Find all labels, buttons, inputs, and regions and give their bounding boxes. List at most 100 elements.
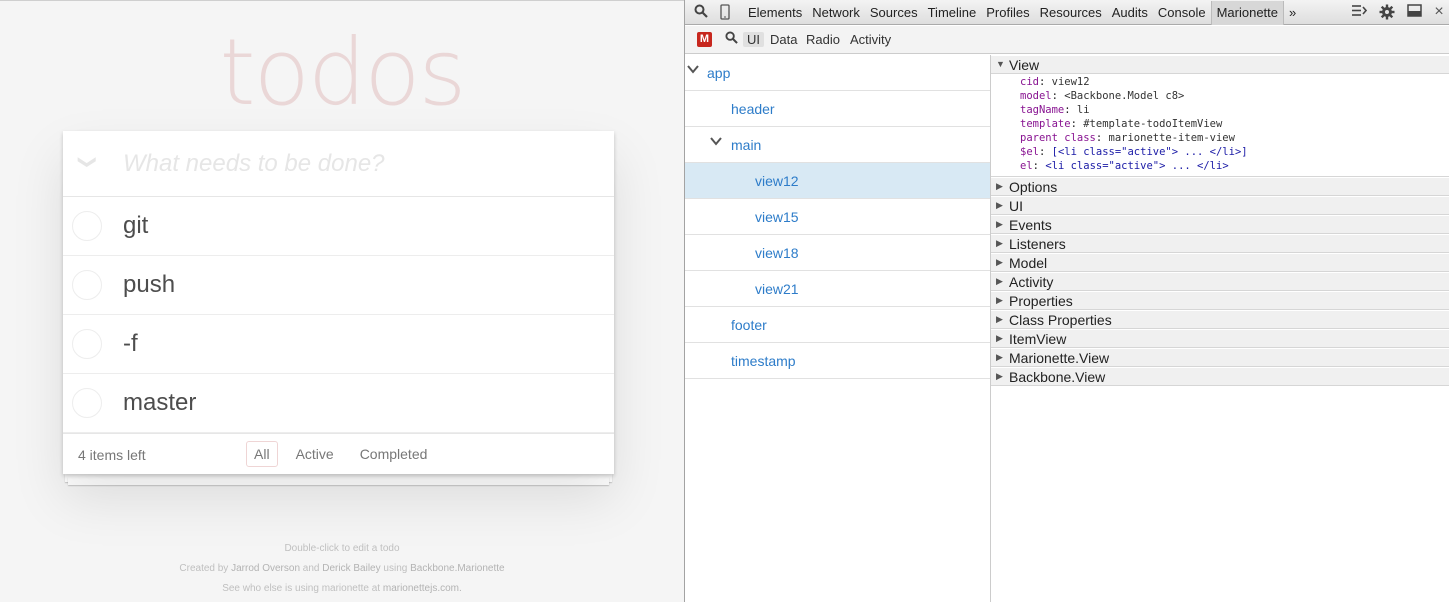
view-properties: cid: view12 model: <Backbone.Model c8> t… [991,74,1449,177]
device-mode-icon[interactable] [717,4,733,20]
tree-node-app[interactable]: app [685,55,990,91]
triangle-right-icon[interactable]: ▶ [996,314,1003,325]
chevron-down-icon[interactable] [710,135,722,149]
subtab-data[interactable]: Data [770,32,797,47]
tree-node-footer[interactable]: footer [685,307,990,343]
filter-active[interactable]: Active [288,441,342,467]
triangle-right-icon[interactable]: ▶ [996,200,1003,211]
triangle-right-icon[interactable]: ▶ [996,238,1003,249]
author-link[interactable]: Derick Bailey [322,563,380,574]
todo-item[interactable]: push [63,256,614,315]
section-marionette-view[interactable]: ▶ Marionette.View [991,348,1449,367]
more-tabs-chevron-icon[interactable]: » [1284,4,1301,22]
triangle-right-icon[interactable]: ▶ [996,295,1003,306]
section-options[interactable]: ▶ Options [991,177,1449,196]
todo-checkbox[interactable] [72,270,102,300]
author-link[interactable]: Jarrod Overson [231,563,300,574]
triangle-right-icon[interactable]: ▶ [996,257,1003,268]
section-title[interactable]: View [1009,57,1039,73]
todo-item[interactable]: -f [63,315,614,374]
todo-label[interactable]: -f [123,330,138,358]
tree-node-timestamp[interactable]: timestamp [685,343,990,379]
subtab-ui[interactable]: UI [743,32,764,47]
devtools-tabs: Elements Network Sources Timeline Profil… [743,1,1301,25]
tree-node-label[interactable]: view15 [755,209,799,225]
triangle-right-icon[interactable]: ▶ [996,219,1003,230]
section-activity[interactable]: ▶ Activity [991,272,1449,291]
tree-node-view15[interactable]: view15 [685,199,990,235]
triangle-right-icon[interactable]: ▶ [996,371,1003,382]
tree-node-view21[interactable]: view21 [685,271,990,307]
prop-row: cid: view12 [1020,76,1090,88]
info-footer: Double-click to edit a todo Created by J… [0,539,684,599]
tree-node-label[interactable]: header [731,101,775,117]
tab-network[interactable]: Network [807,4,865,22]
todo-checkbox[interactable] [72,211,102,241]
section-backbone-view[interactable]: ▶ Backbone.View [991,367,1449,386]
toggle-all-chevron-icon[interactable]: ❯ [77,151,99,173]
close-icon[interactable]: × [1431,4,1447,20]
section-itemview[interactable]: ▶ ItemView [991,329,1449,348]
tree-node-label[interactable]: view12 [755,173,799,189]
filter-completed[interactable]: Completed [352,441,436,467]
tree-node-label[interactable]: main [731,137,761,153]
inspect-search-icon[interactable] [725,31,738,47]
section-view[interactable]: ▼ View [991,55,1449,74]
tree-node-label[interactable]: footer [731,317,767,333]
prop-row: parent class: marionette-item-view [1020,132,1235,144]
triangle-right-icon[interactable]: ▶ [996,352,1003,363]
todo-checkbox[interactable] [72,329,102,359]
dock-side-icon[interactable] [1407,4,1423,20]
tree-node-label[interactable]: view21 [755,281,799,297]
tree-node-view12[interactable]: view12 [685,163,990,199]
todo-app-pane: todos ❯ git push -f master 4 items left [0,0,684,602]
section-properties[interactable]: ▶ Properties [991,291,1449,310]
chevron-down-icon[interactable] [687,63,699,77]
prop-row: $el: [<li class="active"> ... </li>] [1020,146,1248,158]
devtools-panel: Elements Network Sources Timeline Profil… [684,0,1449,602]
filter-all[interactable]: All [246,441,278,467]
tree-node-label[interactable]: view18 [755,245,799,261]
todo-label[interactable]: push [123,271,175,299]
tree-node-label[interactable]: timestamp [731,353,796,369]
section-class-properties[interactable]: ▶ Class Properties [991,310,1449,329]
tab-resources[interactable]: Resources [1035,4,1107,22]
devtools-toolbar: Elements Network Sources Timeline Profil… [685,0,1449,25]
tab-marionette[interactable]: Marionette [1210,1,1285,25]
todo-item[interactable]: master [63,374,614,433]
tab-sources[interactable]: Sources [865,4,923,22]
subtab-radio[interactable]: Radio [806,32,840,47]
site-link[interactable]: marionettejs.com. [383,583,462,594]
section-ui[interactable]: ▶ UI [991,196,1449,215]
prop-row: el: <li class="active"> ... </li> [1020,160,1229,172]
settings-gear-icon[interactable] [1379,4,1395,20]
tab-console[interactable]: Console [1153,4,1211,22]
section-events[interactable]: ▶ Events [991,215,1449,234]
tab-audits[interactable]: Audits [1107,4,1153,22]
tab-profiles[interactable]: Profiles [981,4,1034,22]
triangle-right-icon[interactable]: ▶ [996,181,1003,192]
subtab-activity[interactable]: Activity [850,32,891,47]
tab-timeline[interactable]: Timeline [923,4,982,22]
view-tree: app header main view12 view15 view18 vie… [685,55,991,602]
triangle-down-icon[interactable]: ▼ [996,59,1005,69]
app-title: todos [219,19,467,126]
triangle-right-icon[interactable]: ▶ [996,276,1003,287]
triangle-right-icon[interactable]: ▶ [996,333,1003,344]
tree-node-view18[interactable]: view18 [685,235,990,271]
todo-label[interactable]: master [123,389,196,417]
marionette-logo-icon: M [697,32,712,47]
todo-label[interactable]: git [123,212,148,240]
section-listeners[interactable]: ▶ Listeners [991,234,1449,253]
search-icon[interactable] [693,4,709,20]
tree-node-label[interactable]: app [707,65,730,81]
tree-node-header[interactable]: header [685,91,990,127]
todo-checkbox[interactable] [72,388,102,418]
todo-item[interactable]: git [63,197,614,256]
new-todo-input[interactable] [123,147,593,181]
tree-node-main[interactable]: main [685,127,990,163]
tab-elements[interactable]: Elements [743,4,807,22]
drawer-toggle-icon[interactable] [1351,4,1367,20]
section-model[interactable]: ▶ Model [991,253,1449,272]
framework-link[interactable]: Backbone.Marionette [410,563,505,574]
